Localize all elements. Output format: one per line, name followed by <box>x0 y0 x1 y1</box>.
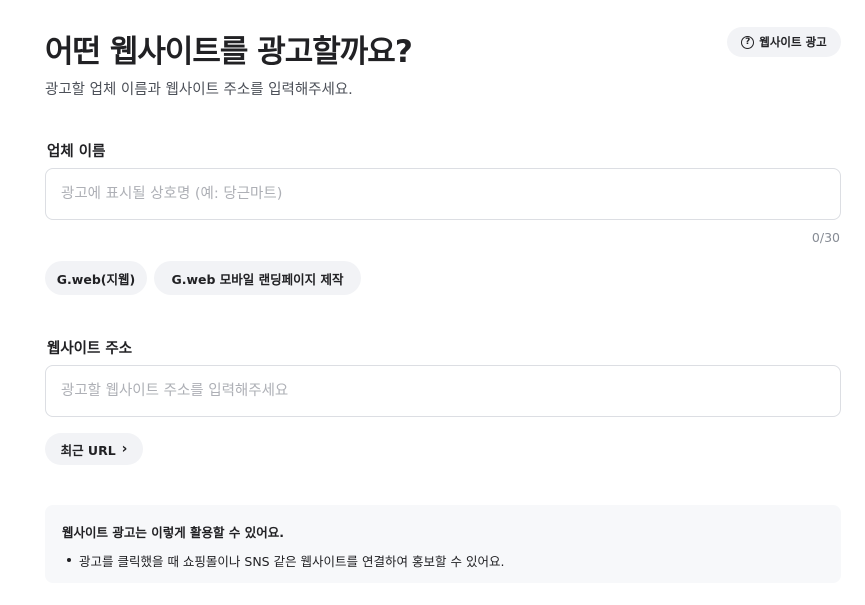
page-title: 어떤 웹사이트를 광고할까요? <box>45 34 413 70</box>
info-list: 광고를 클릭했을 때 쇼핑몰이나 SNS 같은 웹사이트를 연결하여 홍보할 수… <box>62 551 824 570</box>
website-ad-setup-page: 어떤 웹사이트를 광고할까요? 광고할 업체 이름과 웹사이트 주소를 입력해주… <box>0 0 865 605</box>
info-box: 웹사이트 광고는 이렇게 활용할 수 있어요. 광고를 클릭했을 때 쇼핑몰이나… <box>45 505 841 583</box>
company-suggestion-chip[interactable]: G.web(지웹) <box>45 261 147 295</box>
company-name-input[interactable] <box>45 168 841 220</box>
company-suggestion-chip[interactable]: G.web 모바일 랜딩페이지 제작 <box>154 261 361 295</box>
website-url-input[interactable] <box>45 365 841 417</box>
recent-url-button[interactable]: 최근 URL › <box>45 433 143 465</box>
recent-url-label: 최근 URL <box>60 442 116 458</box>
company-name-char-counter: 0/30 <box>811 230 840 245</box>
page-subtitle: 광고할 업체 이름과 웹사이트 주소를 입력해주세요. <box>45 82 353 98</box>
chevron-right-icon: › <box>121 441 128 457</box>
help-button-label: 웹사이트 광고 <box>759 35 827 49</box>
info-title: 웹사이트 광고는 이렇게 활용할 수 있어요. <box>62 525 285 540</box>
company-name-label: 업체 이름 <box>47 144 106 160</box>
question-circle-icon: ? <box>741 35 755 49</box>
website-url-label: 웹사이트 주소 <box>47 341 133 357</box>
info-list-item: 광고를 클릭했을 때 쇼핑몰이나 SNS 같은 웹사이트를 연결하여 홍보할 수… <box>62 551 824 570</box>
website-ad-help-button[interactable]: ? 웹사이트 광고 <box>727 27 841 57</box>
